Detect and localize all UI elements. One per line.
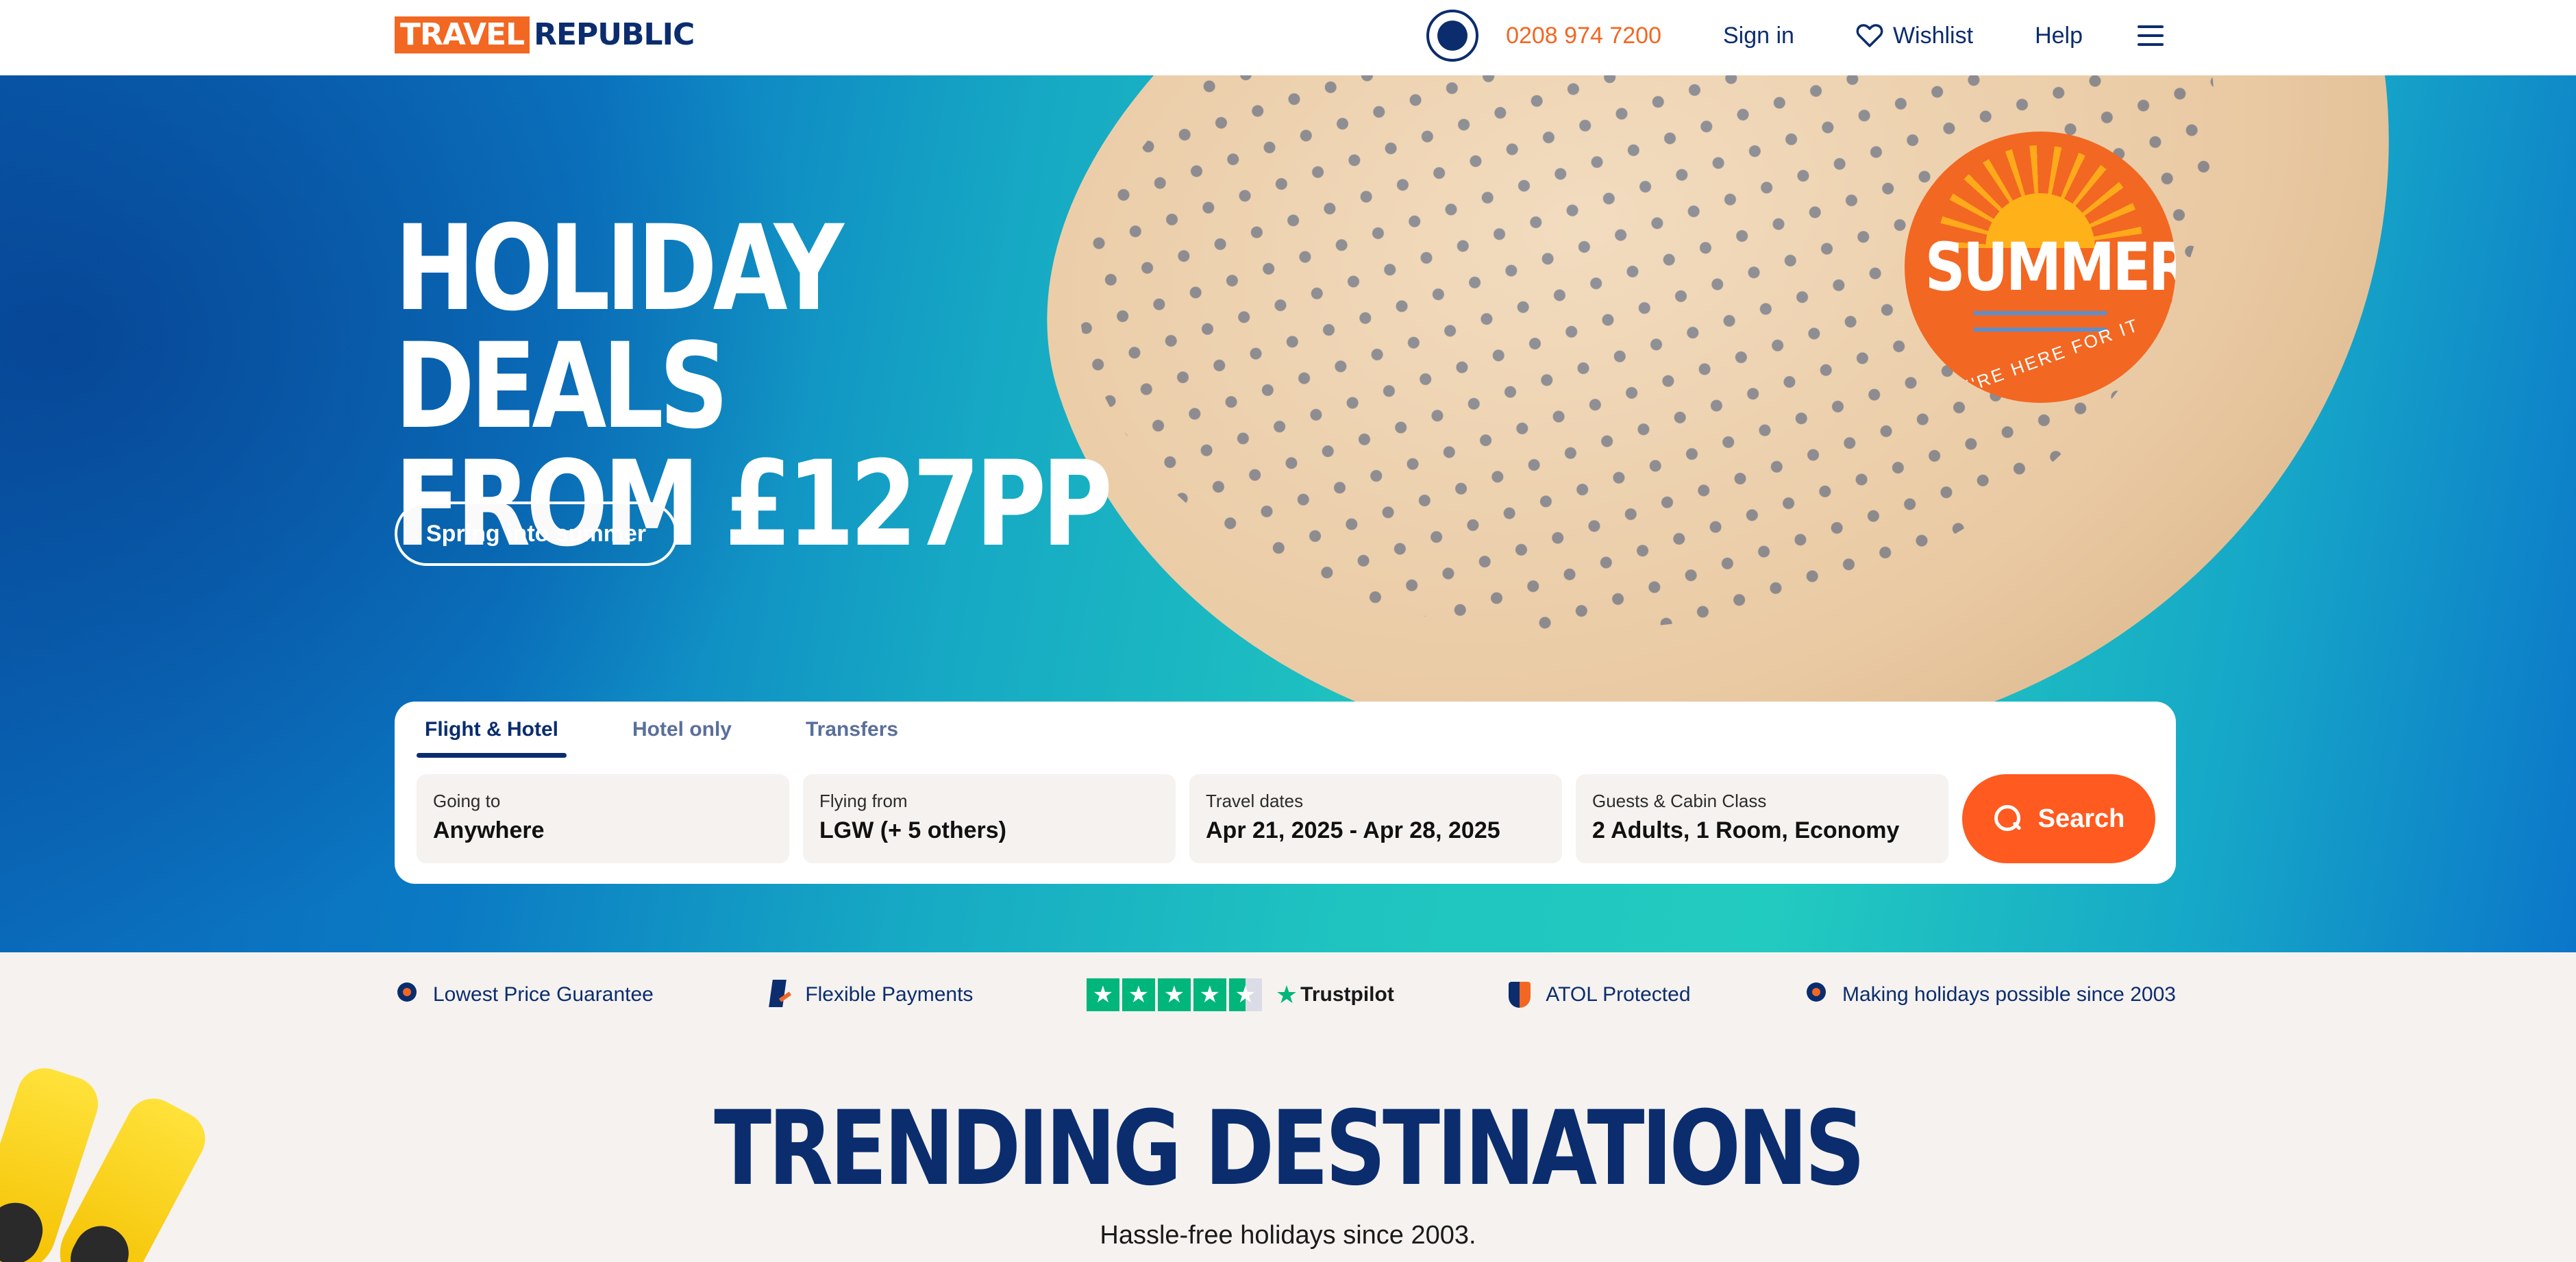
travel-dates-label: Travel dates (1206, 791, 1304, 811)
atol-logo-icon (1426, 10, 1479, 62)
trust-since-2003[interactable]: Making holidays possible since 2003 (1804, 981, 2176, 1009)
going-to-value: Anywhere (433, 817, 545, 843)
trust-flexible-payments[interactable]: Flexible Payments (767, 980, 973, 1010)
hamburger-menu-icon[interactable] (2138, 25, 2165, 46)
spring-into-summer-button[interactable]: Spring into summer (395, 502, 678, 566)
star-icon: ★ (1086, 978, 1119, 1011)
summer-badge: SUMMER WE'RE HERE FOR IT (1905, 132, 2176, 403)
sign-in-link[interactable]: Sign in (1723, 23, 1794, 49)
site-header: TRAVEL REPUBLIC 0208 974 7200 Sign in Wi… (0, 0, 2576, 75)
phone-number-link[interactable]: 0208 974 7200 (1506, 23, 1661, 49)
logo-republic-text: REPUBLIC (534, 17, 695, 52)
hero-title-line1: HOLIDAY DEALS (395, 199, 844, 455)
trust-lowest-price[interactable]: Lowest Price Guarantee (395, 981, 654, 1009)
guests-cabin-field[interactable]: Guests & Cabin Class 2 Adults, 1 Room, E… (1576, 774, 1948, 863)
trustpilot-logo: ★ Trustpilot (1276, 981, 1394, 1009)
search-tabs: Flight & Hotel Hotel only Transfers (417, 702, 906, 758)
search-button[interactable]: Search (1962, 774, 2155, 863)
trust-items: Lowest Price Guarantee Flexible Payments… (395, 976, 2176, 1014)
guests-cabin-label: Guests & Cabin Class (1592, 791, 1767, 811)
tab-hotel-only[interactable]: Hotel only (624, 702, 740, 758)
star-icon: ★ (1122, 978, 1155, 1011)
travel-republic-logo[interactable]: TRAVEL REPUBLIC (395, 16, 695, 53)
shield-icon (1507, 980, 1532, 1009)
star-icon: ★ (1157, 978, 1191, 1011)
wishlist-link[interactable]: Wishlist (1856, 23, 1973, 49)
trust-bar: Lowest Price Guarantee Flexible Payments… (0, 952, 2576, 1035)
logo-travel-text: TRAVEL (395, 16, 530, 53)
trust-atol-protected[interactable]: ATOL Protected (1507, 980, 1691, 1009)
tab-flight-hotel[interactable]: Flight & Hotel (417, 702, 567, 758)
card-icon (767, 980, 791, 1010)
trust-since-2003-label: Making holidays possible since 2003 (1842, 983, 2176, 1006)
trust-atol-label: ATOL Protected (1546, 983, 1691, 1006)
guests-cabin-value: 2 Adults, 1 Room, Economy (1592, 817, 1900, 843)
medal-icon (395, 981, 419, 1009)
heart-icon (1856, 24, 1883, 47)
trending-title: TRENDING DESTINATIONS (714, 1089, 1865, 1209)
trust-lowest-price-label: Lowest Price Guarantee (433, 983, 654, 1006)
going-to-label: Going to (433, 791, 501, 811)
search-icon (1993, 804, 2023, 834)
travel-dates-value: Apr 21, 2025 - Apr 28, 2025 (1206, 817, 1500, 843)
tab-transfers[interactable]: Transfers (797, 702, 906, 758)
medal-icon (1804, 981, 1829, 1009)
search-button-label: Search (2038, 804, 2125, 833)
trending-section: TRENDING DESTINATIONS Hassle-free holida… (0, 1035, 2576, 1262)
half-star-icon: ★ (1228, 978, 1262, 1011)
trustpilot-star-icon: ★ (1275, 980, 1298, 1009)
going-to-field[interactable]: Going to Anywhere (417, 774, 789, 863)
flying-from-label: Flying from (819, 791, 908, 811)
trust-flexible-payments-label: Flexible Payments (805, 983, 974, 1006)
search-panel: Flight & Hotel Hotel only Transfers Goin… (395, 702, 2176, 884)
search-fields: Going to Anywhere Flying from LGW (+ 5 o… (417, 774, 1948, 863)
travel-dates-field[interactable]: Travel dates Apr 21, 2025 - Apr 28, 2025 (1189, 774, 1562, 863)
flying-from-field[interactable]: Flying from LGW (+ 5 others) (803, 774, 1176, 863)
trustpilot-stars: ★ ★ ★ ★ ★ (1086, 978, 1262, 1011)
trustpilot-label: Trustpilot (1300, 983, 1394, 1006)
wishlist-label: Wishlist (1892, 22, 1974, 49)
summer-badge-title: SUMMER (1924, 229, 2176, 306)
flippers-decoration (0, 1041, 233, 1262)
star-icon: ★ (1193, 978, 1226, 1011)
help-link[interactable]: Help (2035, 23, 2083, 49)
trending-subtitle: Hassle-free holidays since 2003. (1100, 1221, 1476, 1250)
page: TRAVEL REPUBLIC 0208 974 7200 Sign in Wi… (0, 0, 2576, 1262)
flying-from-value: LGW (+ 5 others) (819, 817, 1006, 843)
header-nav: 0208 974 7200 Sign in Wishlist Help (1426, 0, 2165, 71)
trustpilot-rating[interactable]: ★ ★ ★ ★ ★ ★ Trustpilot (1086, 978, 1394, 1011)
